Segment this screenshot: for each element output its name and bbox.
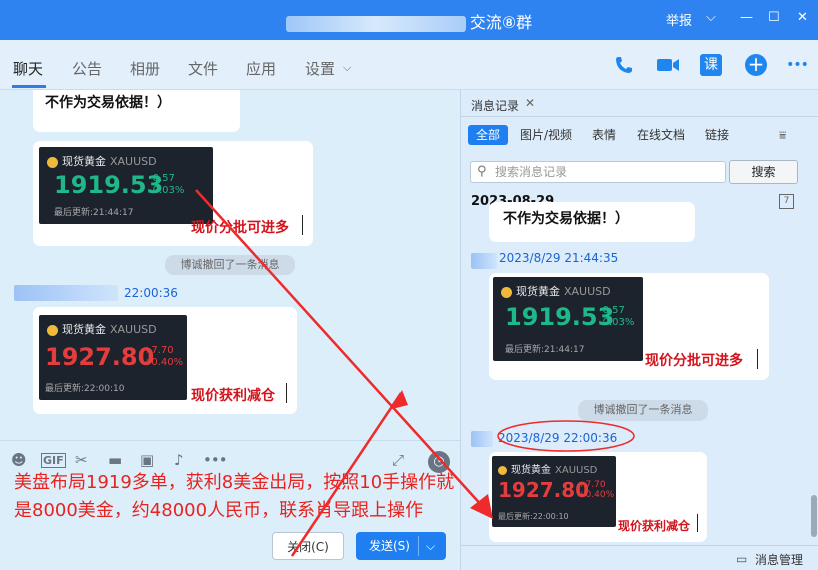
history-scrollbar[interactable]: [811, 495, 817, 537]
quote-price: 1927.80: [45, 343, 155, 371]
history-search-button[interactable]: 搜索: [729, 160, 798, 184]
message-manage-icon: ▭: [736, 552, 748, 566]
course-icon[interactable]: 课: [700, 54, 722, 76]
quote-change: -0.57 -0.03%: [599, 305, 635, 328]
blurred-sender-name: [14, 285, 118, 301]
blurred-sender-name: [471, 253, 497, 269]
folder-icon[interactable]: ▬: [108, 451, 122, 469]
image-message-bubble[interactable]: 现货黄金 XAUUSD 1927.80 +7.70 +0.40% 最后更新:22:0…: [33, 307, 297, 414]
expand-icon[interactable]: ⤢: [392, 451, 404, 469]
history-search-input[interactable]: 搜索消息记录: [470, 161, 726, 183]
more-icon[interactable]: •••: [786, 54, 809, 76]
send-button[interactable]: 发送(S) ⌵: [356, 532, 446, 560]
maximize-button[interactable]: ☐: [768, 10, 780, 25]
image-icon[interactable]: ▣: [140, 451, 154, 469]
trade-note: 现价获利减仓: [191, 388, 275, 404]
text-cursor: [286, 383, 287, 403]
emoji-icon[interactable]: ☻: [11, 451, 27, 469]
text-cursor: [757, 349, 758, 369]
history-timestamp: 2023/8/29 21:44:35: [499, 251, 619, 265]
chat-message-area[interactable]: 不作为交易依据！） 现货黄金 XAUUSD 1919.53 -0.57 -0.03%…: [0, 90, 460, 440]
quote-change: -0.57 -0.03%: [149, 173, 185, 196]
gold-quote-card: 现货黄金 XAUUSD 1927.80 +7.70 +0.40% 最后更新:22:0…: [39, 315, 187, 400]
message-text: 不作为交易依据！）: [503, 211, 629, 227]
filter-media[interactable]: 图片/视频: [520, 125, 572, 145]
message-input-area[interactable]: ☻ GIF ✂ ▬ ▣ ♪ ••• ⤢ ◷ 美盘布局1919多单，获利8美金出局…: [0, 440, 460, 570]
history-timestamp: 2023/8/29 22:00:36: [498, 431, 618, 445]
more-tools-icon[interactable]: •••: [203, 451, 228, 469]
message-timestamp: 22:00:36: [124, 286, 178, 300]
window-title: 交流⑧群: [0, 9, 818, 33]
close-window-button[interactable]: ✕: [797, 10, 808, 25]
image-message-bubble[interactable]: 现货黄金 XAUUSD 1927.80 +7.70 +0.40% 最后更新:22:0…: [489, 452, 707, 542]
close-button[interactable]: 关闭(C): [272, 532, 344, 560]
image-message-bubble[interactable]: 现货黄金 XAUUSD 1919.53 -0.57 -0.03% 最后更新:21:4…: [489, 273, 769, 380]
tab-album[interactable]: 相册: [130, 58, 160, 79]
trade-note: 现价分批可进多: [191, 220, 289, 236]
recall-notice: 博诚撤回了一条消息: [578, 400, 708, 421]
minimize-button[interactable]: —: [740, 10, 753, 25]
quote-updated-time: 最后更新:21:44:17: [54, 208, 134, 218]
filter-settings-icon[interactable]: ⩸: [779, 125, 786, 145]
gold-coin-icon: [501, 286, 512, 298]
history-tab[interactable]: 消息记录: [471, 97, 519, 114]
quote-price: 1919.53: [54, 171, 164, 199]
title-bar: 交流⑧群 举报 ⌵ — ☐ ✕: [0, 0, 818, 40]
filter-links[interactable]: 链接: [705, 125, 729, 145]
message-history-panel: 消息记录 ✕ 全部 图片/视频 表情 在线文档 链接 ⩸ 搜索消息记录 ⚲ 搜索…: [460, 90, 818, 570]
gold-coin-icon: [47, 156, 58, 168]
trade-note: 现价获利减仓: [618, 519, 691, 533]
quote-updated-time: 最后更新:22:00:10: [45, 384, 125, 394]
search-icon: ⚲: [477, 164, 487, 179]
trade-note: 现价分批可进多: [645, 353, 743, 369]
gold-quote-card: 现货黄金 XAUUSD 1927.80 +7.70 +0.40% 最后更新:22:0…: [492, 456, 616, 527]
filter-all[interactable]: 全部: [468, 125, 508, 145]
text-cursor: [697, 514, 698, 532]
quote-price: 1927.80: [498, 478, 590, 502]
settings-chevron-icon[interactable]: ⌵: [343, 61, 351, 75]
quote-price: 1919.53: [505, 303, 615, 331]
active-tab-indicator: [12, 85, 46, 88]
tab-settings[interactable]: 设置: [305, 58, 335, 79]
text-cursor: [302, 215, 303, 235]
recall-notice: 博诚撤回了一条消息: [165, 255, 295, 275]
report-link[interactable]: 举报: [666, 10, 692, 29]
close-history-icon[interactable]: ✕: [525, 96, 535, 110]
message-input-field[interactable]: 美盘布局1919多单，获利8美金出局，按照10手操作就是8000美金，约4800…: [14, 469, 464, 525]
message-bubble: 不作为交易依据！）: [33, 90, 240, 132]
message-text: 不作为交易依据！）: [45, 95, 171, 111]
phone-icon[interactable]: [613, 54, 635, 76]
quote-updated-time: 最后更新:22:00:10: [498, 512, 569, 521]
gold-quote-card: 现货黄金 XAUUSD 1919.53 -0.57 -0.03% 最后更新:21:4…: [493, 277, 643, 361]
gif-icon[interactable]: GIF: [41, 453, 66, 468]
quote-updated-time: 最后更新:21:44:17: [505, 345, 585, 355]
blurred-sender-name: [471, 431, 493, 447]
add-icon[interactable]: +: [745, 54, 767, 76]
calendar-icon[interactable]: 7: [779, 194, 794, 209]
gold-quote-card: 现货黄金 XAUUSD 1919.53 -0.57 -0.03% 最后更新:21:4…: [39, 147, 213, 224]
quote-change: +7.70 +0.40%: [143, 345, 184, 368]
scissors-icon[interactable]: ✂: [75, 451, 88, 469]
gold-coin-icon: [498, 465, 507, 475]
tab-chat[interactable]: 聊天: [13, 58, 43, 79]
blurred-group-name: [285, 15, 466, 32]
dropdown-icon[interactable]: ⌵: [706, 10, 716, 25]
send-options-chevron-icon[interactable]: ⌵: [426, 532, 435, 560]
quote-change: +7.70 +0.40%: [578, 480, 615, 500]
filter-stickers[interactable]: 表情: [592, 125, 616, 145]
filter-docs[interactable]: 在线文档: [637, 125, 685, 145]
bell-icon[interactable]: ♪: [174, 451, 184, 469]
tab-files[interactable]: 文件: [188, 58, 218, 79]
tab-apps[interactable]: 应用: [246, 58, 276, 79]
message-manage-link[interactable]: 消息管理: [755, 551, 803, 568]
tab-toolbar: 聊天 公告 相册 文件 应用 设置 ⌵ 课 + •••: [0, 40, 818, 90]
gold-coin-icon: [47, 324, 58, 336]
image-message-bubble[interactable]: 现货黄金 XAUUSD 1919.53 -0.57 -0.03% 最后更新:21:4…: [33, 141, 313, 246]
tab-announcement[interactable]: 公告: [72, 58, 102, 79]
video-call-icon[interactable]: [656, 54, 679, 76]
message-bubble: 不作为交易依据！）: [489, 202, 695, 242]
